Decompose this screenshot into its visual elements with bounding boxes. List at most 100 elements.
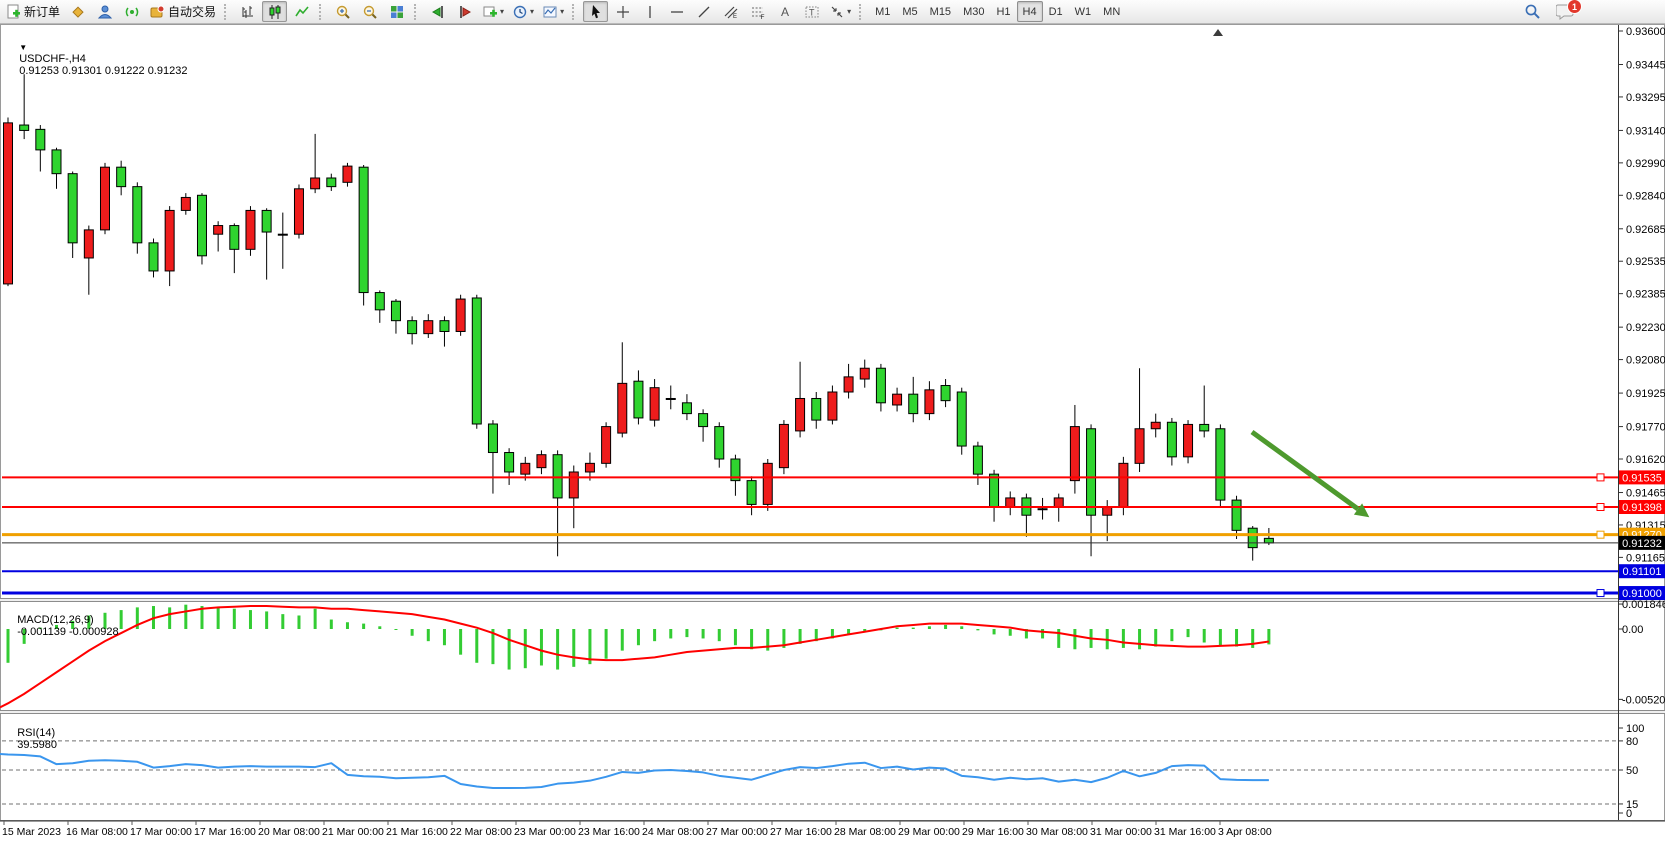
candlestick-bar bbox=[1264, 538, 1273, 543]
line-handle-marker[interactable] bbox=[1597, 531, 1604, 538]
svg-text:F: F bbox=[760, 14, 764, 20]
equidistant-channel-button[interactable]: E bbox=[718, 1, 743, 22]
price-tick-label: 0.93445 bbox=[1626, 60, 1665, 72]
macd-histogram-bar bbox=[249, 610, 252, 629]
svg-text:T: T bbox=[809, 7, 815, 17]
line-handle-marker[interactable] bbox=[1597, 590, 1604, 597]
candlestick-bar bbox=[424, 321, 433, 334]
candlestick-bar bbox=[1054, 498, 1063, 507]
timeframe-button-m30[interactable]: M30 bbox=[957, 1, 990, 22]
market-watch-icon bbox=[70, 4, 86, 20]
candlestick-bar bbox=[1135, 429, 1144, 464]
candlestick-bar bbox=[553, 455, 562, 498]
timeframe-button-m5[interactable]: M5 bbox=[896, 1, 923, 22]
candlestick-bar bbox=[214, 226, 223, 235]
horizontal-line-button[interactable] bbox=[664, 1, 689, 22]
trendline-icon bbox=[696, 4, 712, 20]
candlestick-bar bbox=[100, 167, 109, 230]
text-button[interactable]: A bbox=[772, 1, 797, 22]
timeframe-button-w1[interactable]: W1 bbox=[1069, 1, 1098, 22]
vertical-line-button[interactable] bbox=[637, 1, 662, 22]
candlestick-bar bbox=[488, 424, 497, 453]
chart-canvas[interactable]: 0.936000.934450.932950.931400.929900.928… bbox=[0, 24, 1665, 843]
new-chart-button[interactable]: ▾ bbox=[479, 1, 507, 22]
candlestick-bar bbox=[618, 383, 627, 433]
candlestick-bar bbox=[20, 125, 29, 130]
new-order-button[interactable]: 新订单 bbox=[3, 1, 63, 22]
candlestick-bar bbox=[408, 321, 417, 334]
candlestick-bar bbox=[262, 210, 271, 232]
timeframe-button-m15[interactable]: M15 bbox=[924, 1, 957, 22]
macd-histogram-bar bbox=[265, 611, 268, 629]
periods-button[interactable]: ▾ bbox=[509, 1, 537, 22]
bar-chart-icon bbox=[240, 4, 256, 20]
macd-histogram-bar bbox=[120, 610, 123, 629]
crosshair-icon bbox=[615, 4, 631, 20]
time-tick-label: 3 Apr 08:00 bbox=[1218, 826, 1272, 838]
chart-title: ▼ USDCHF-,H4 0.91253 0.91301 0.91222 0.9… bbox=[7, 29, 187, 89]
trendline-button[interactable] bbox=[691, 1, 716, 22]
timeframe-button-h4[interactable]: H4 bbox=[1017, 1, 1043, 22]
macd-histogram-bar bbox=[605, 629, 608, 659]
zoom-in-button[interactable] bbox=[330, 1, 355, 22]
timeframe-button-h1[interactable]: H1 bbox=[990, 1, 1016, 22]
new-chart-icon bbox=[482, 4, 498, 20]
candlestick-bar bbox=[860, 368, 869, 379]
candlestick-bar bbox=[812, 398, 821, 420]
time-tick-label: 29 Mar 00:00 bbox=[898, 826, 960, 838]
community-button[interactable] bbox=[92, 1, 117, 22]
candlestick-bar bbox=[1038, 509, 1047, 510]
macd-histogram-bar bbox=[378, 626, 381, 629]
auto-trading-button[interactable]: 自动交易 bbox=[146, 1, 219, 22]
zoom-out-button[interactable] bbox=[357, 1, 382, 22]
candlestick-bar bbox=[957, 392, 966, 446]
chat-button[interactable]: 1 bbox=[1556, 3, 1575, 20]
timeframe-button-mn[interactable]: MN bbox=[1097, 1, 1126, 22]
auto-scroll-button[interactable] bbox=[425, 1, 450, 22]
line-handle-marker[interactable] bbox=[1597, 504, 1604, 511]
market-watch-button[interactable] bbox=[65, 1, 90, 22]
macd-histogram-bar bbox=[217, 607, 220, 629]
timeframe-button-d1[interactable]: D1 bbox=[1043, 1, 1069, 22]
auto-trading-icon bbox=[149, 4, 165, 20]
templates-icon bbox=[542, 4, 558, 20]
time-tick-label: 31 Mar 00:00 bbox=[1090, 826, 1152, 838]
cursor-button[interactable] bbox=[583, 1, 608, 22]
price-tick-label: 0.93140 bbox=[1626, 125, 1665, 137]
line-handle-marker[interactable] bbox=[1597, 474, 1604, 481]
rsi-tick-label: 0 bbox=[1626, 808, 1632, 820]
candlestick-bar bbox=[569, 472, 578, 498]
candlestick-chart-button[interactable] bbox=[262, 1, 287, 22]
candlestick-chart-icon bbox=[267, 4, 283, 20]
rsi-indicator-label: RSI(14) 39.5980 bbox=[5, 715, 57, 763]
candlestick-bar bbox=[440, 321, 449, 332]
toolbar-right-group: 1 bbox=[1519, 1, 1575, 22]
candlestick-bar bbox=[715, 427, 724, 459]
candlestick-bar bbox=[763, 463, 772, 504]
candlestick-bar bbox=[181, 197, 190, 210]
timeframe-button-m1[interactable]: M1 bbox=[869, 1, 896, 22]
search-button[interactable] bbox=[1520, 1, 1545, 22]
candlestick-bar bbox=[828, 392, 837, 420]
templates-button[interactable]: ▾ bbox=[539, 1, 567, 22]
tile-windows-button[interactable] bbox=[384, 1, 409, 22]
line-chart-button[interactable] bbox=[289, 1, 314, 22]
arrows-button[interactable]: ▾ bbox=[826, 1, 854, 22]
svg-text:A: A bbox=[781, 5, 789, 19]
crosshair-button[interactable] bbox=[610, 1, 635, 22]
text-label-button[interactable]: T bbox=[799, 1, 824, 22]
tile-windows-icon bbox=[389, 4, 405, 20]
bar-chart-button[interactable] bbox=[235, 1, 260, 22]
macd-histogram-bar bbox=[1009, 629, 1012, 636]
macd-values: -0.001139 -0.000928 bbox=[17, 626, 118, 638]
time-tick-label: 17 Mar 16:00 bbox=[194, 826, 256, 838]
macd-histogram-bar bbox=[944, 625, 947, 629]
chart-shift-button[interactable] bbox=[452, 1, 477, 22]
chevron-down-icon: ▾ bbox=[847, 7, 851, 16]
clock-icon bbox=[512, 4, 528, 20]
fibonacci-button[interactable]: F bbox=[745, 1, 770, 22]
chart-dropdown-icon[interactable]: ▼ bbox=[19, 43, 27, 52]
macd-histogram-bar bbox=[1203, 629, 1206, 643]
signals-button[interactable] bbox=[119, 1, 144, 22]
candlestick-bar bbox=[1232, 500, 1241, 530]
